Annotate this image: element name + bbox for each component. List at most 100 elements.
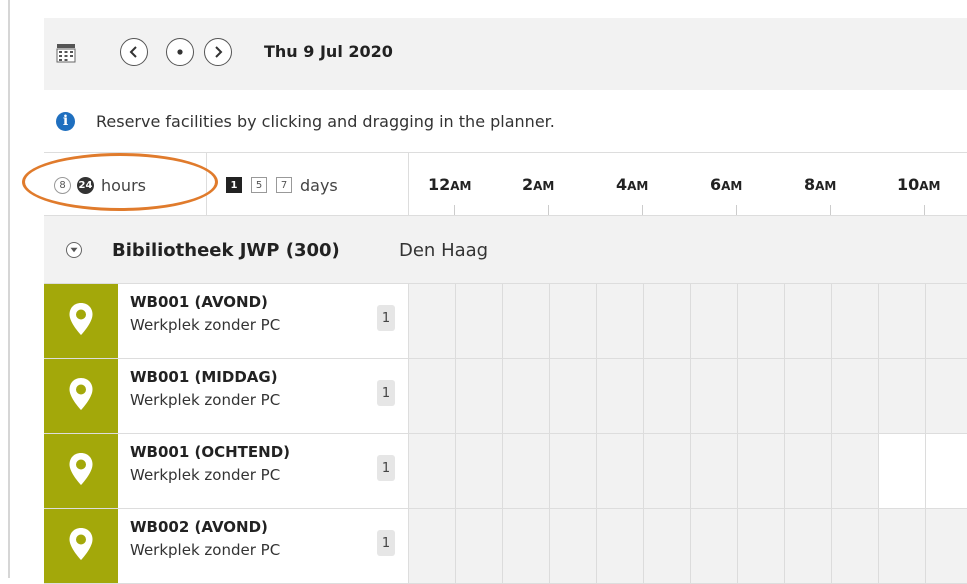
- facility-group: Bibiliotheek JWP (300) Den Haag: [44, 216, 967, 284]
- time-slot[interactable]: [785, 284, 832, 358]
- info-icon: i: [56, 112, 75, 131]
- time-slot[interactable]: [550, 434, 597, 508]
- collapse-arrow-icon[interactable]: [66, 242, 82, 258]
- resource-row[interactable]: WB001 (OCHTEND) Werkplek zonder PC 1: [44, 434, 967, 509]
- time-slot[interactable]: [644, 509, 691, 583]
- planner-timeline[interactable]: [408, 359, 967, 433]
- time-slot[interactable]: [738, 434, 785, 508]
- time-slot[interactable]: [456, 359, 503, 433]
- planner-timeline[interactable]: [408, 284, 967, 358]
- time-slot[interactable]: [785, 509, 832, 583]
- time-slot[interactable]: [879, 359, 926, 433]
- time-tick: [454, 205, 455, 215]
- date-toolbar: Thu 9 Jul 2020: [44, 18, 967, 90]
- time-slot[interactable]: [832, 359, 879, 433]
- location-pin-icon: [68, 452, 94, 490]
- page-left-border: [8, 0, 10, 578]
- time-slot[interactable]: [738, 509, 785, 583]
- resource-name: WB002 (AVOND): [130, 518, 268, 536]
- time-slot[interactable]: [456, 284, 503, 358]
- time-slot[interactable]: [879, 284, 926, 358]
- resource-name: WB001 (AVOND): [130, 293, 268, 311]
- time-tick: [830, 205, 831, 215]
- time-label: 8AM: [804, 175, 837, 194]
- today-button[interactable]: [166, 38, 194, 66]
- time-slot[interactable]: [832, 434, 879, 508]
- resource-row[interactable]: WB002 (AVOND) Werkplek zonder PC 1: [44, 509, 967, 584]
- hours-switch: 8 24 hours: [54, 173, 146, 197]
- dot-icon: [177, 49, 183, 55]
- time-slot[interactable]: [926, 509, 967, 583]
- capacity-badge: 1: [377, 380, 395, 406]
- days-label: days: [300, 175, 338, 195]
- calendar-grid-icon[interactable]: [56, 43, 76, 63]
- time-slot[interactable]: [785, 434, 832, 508]
- previous-day-button[interactable]: [120, 38, 148, 66]
- time-slot[interactable]: [409, 359, 456, 433]
- time-label: 2AM: [522, 175, 555, 194]
- location-pin-icon: [68, 377, 94, 415]
- info-message: Reserve facilities by clicking and dragg…: [96, 112, 555, 131]
- time-slot[interactable]: [738, 359, 785, 433]
- time-slot[interactable]: [644, 284, 691, 358]
- time-slot[interactable]: [503, 359, 550, 433]
- time-tick: [548, 205, 549, 215]
- time-slot[interactable]: [738, 284, 785, 358]
- time-slot[interactable]: [879, 434, 926, 508]
- time-slot[interactable]: [550, 284, 597, 358]
- days-option-7[interactable]: 7: [276, 177, 292, 193]
- time-slot[interactable]: [550, 509, 597, 583]
- resource-row[interactable]: WB001 (AVOND) Werkplek zonder PC 1: [44, 284, 967, 359]
- resource-row[interactable]: WB001 (MIDDAG) Werkplek zonder PC 1: [44, 359, 967, 434]
- location-pin-icon: [68, 302, 94, 340]
- location-marker: [44, 284, 118, 358]
- location-pin-icon: [68, 527, 94, 565]
- time-slot[interactable]: [503, 284, 550, 358]
- resource-type: Werkplek zonder PC: [130, 541, 281, 559]
- time-slot[interactable]: [597, 509, 644, 583]
- time-slot[interactable]: [503, 434, 550, 508]
- days-option-5[interactable]: 5: [251, 177, 267, 193]
- days-switch: 1 5 7 days: [226, 173, 338, 197]
- capacity-badge: 1: [377, 530, 395, 556]
- time-slot[interactable]: [785, 359, 832, 433]
- group-city: Den Haag: [399, 240, 489, 261]
- time-slot[interactable]: [597, 359, 644, 433]
- time-slot[interactable]: [597, 434, 644, 508]
- time-label: 12AM: [428, 175, 472, 194]
- time-tick: [924, 205, 925, 215]
- time-slot[interactable]: [879, 509, 926, 583]
- time-slot[interactable]: [832, 509, 879, 583]
- time-slot[interactable]: [550, 359, 597, 433]
- planner-timeline[interactable]: [408, 509, 967, 583]
- time-label: 6AM: [710, 175, 743, 194]
- planner-header: 8 24 hours 1 5 7 days 12AM 2AM 4AM 6AM 8AM 10…: [44, 152, 967, 216]
- capacity-badge: 1: [377, 455, 395, 481]
- hours-option-8[interactable]: 8: [54, 176, 71, 194]
- time-slot[interactable]: [409, 434, 456, 508]
- time-slot[interactable]: [926, 434, 967, 508]
- time-slot[interactable]: [597, 284, 644, 358]
- time-label: 10AM: [897, 175, 941, 194]
- next-day-button[interactable]: [204, 38, 232, 66]
- time-slot[interactable]: [926, 284, 967, 358]
- time-tick: [736, 205, 737, 215]
- time-slot[interactable]: [409, 509, 456, 583]
- time-slot[interactable]: [926, 359, 967, 433]
- time-slot[interactable]: [691, 359, 738, 433]
- hours-option-24[interactable]: 24: [77, 176, 94, 194]
- time-slot[interactable]: [691, 434, 738, 508]
- time-slot[interactable]: [644, 359, 691, 433]
- time-slot[interactable]: [644, 434, 691, 508]
- time-slot[interactable]: [503, 509, 550, 583]
- time-slot[interactable]: [691, 284, 738, 358]
- time-label: 4AM: [616, 175, 649, 194]
- time-slot[interactable]: [832, 284, 879, 358]
- days-option-1[interactable]: 1: [226, 177, 242, 193]
- time-slot[interactable]: [456, 509, 503, 583]
- time-slot[interactable]: [691, 509, 738, 583]
- time-slot[interactable]: [456, 434, 503, 508]
- time-tick: [642, 205, 643, 215]
- time-slot[interactable]: [409, 284, 456, 358]
- planner-timeline[interactable]: [408, 434, 967, 508]
